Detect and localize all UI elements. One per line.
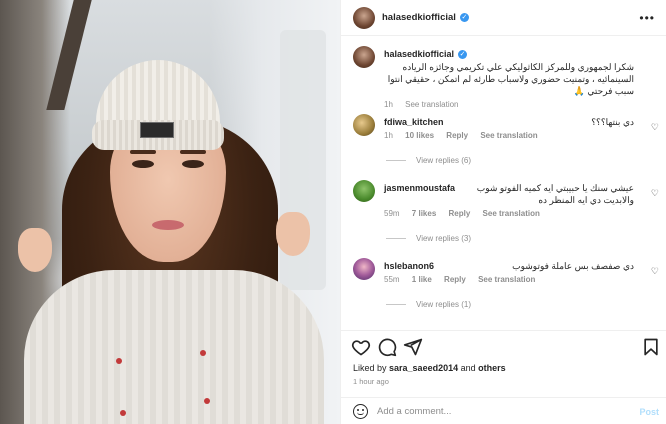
comment-likes[interactable]: 7 likes (412, 209, 436, 218)
caption-text: شكرا لجمهوري وللمركز الكاثوليكي علي تكري… (387, 62, 634, 96)
view-replies-button[interactable]: View replies (3) (386, 234, 471, 243)
comment-avatar[interactable] (353, 114, 375, 136)
author-avatar[interactable] (353, 6, 375, 29)
comments-list[interactable]: halasedkiofficial ✓ شكرا لجمهوري وللمركز … (341, 38, 666, 328)
photo-hand-left (18, 228, 52, 272)
post-actions: Liked by sara_saeed2014 and others 1 hou… (341, 330, 666, 420)
comment-time: 1h (384, 131, 393, 140)
post-side-panel: halasedkiofficial ✓ ••• halasedkiofficia… (340, 0, 666, 424)
comment-likes[interactable]: 1 like (412, 275, 432, 284)
see-translation-button[interactable]: See translation (483, 209, 540, 218)
verified-icon: ✓ (459, 13, 469, 22)
comment-input[interactable] (377, 403, 617, 420)
post-age: 1 hour ago (353, 377, 389, 386)
see-translation-button[interactable]: See translation (478, 275, 535, 284)
view-replies-button[interactable]: View replies (1) (386, 300, 471, 309)
caption-username[interactable]: halasedkiofficial (384, 49, 454, 59)
instagram-post-view: halasedkiofficial ✓ ••• halasedkiofficia… (0, 0, 666, 424)
comment-username[interactable]: jasmenmoustafa (384, 182, 455, 194)
share-icon[interactable] (403, 337, 423, 357)
liked-by-user[interactable]: sara_saeed2014 (389, 363, 458, 373)
likes-prefix: Liked by (353, 363, 390, 373)
bookmark-icon[interactable] (641, 337, 661, 357)
more-icon[interactable]: ••• (639, 11, 655, 25)
photo-beanie (92, 60, 224, 150)
emoji-icon[interactable] (353, 404, 368, 419)
caption-time: 1h (384, 100, 393, 109)
caption-see-translation[interactable]: See translation (405, 100, 458, 109)
add-comment-bar: Post (341, 397, 666, 423)
comment-heart-icon[interactable]: ♡ (651, 266, 659, 277)
see-translation-button[interactable]: See translation (480, 131, 537, 140)
heart-icon[interactable] (351, 337, 371, 357)
comment-avatar[interactable] (353, 180, 375, 202)
post-header: halasedkiofficial ✓ ••• (341, 0, 666, 36)
comment-text: دي بنتها؟؟؟ (591, 117, 634, 127)
comment-likes[interactable]: 10 likes (405, 131, 434, 140)
reply-button[interactable]: Reply (444, 275, 466, 284)
comment-avatar[interactable] (353, 258, 375, 280)
caption-avatar[interactable] (353, 46, 375, 68)
comment-username[interactable]: fdiwa_kitchen (384, 116, 444, 128)
photo-hand-right (276, 212, 310, 256)
author-username[interactable]: halasedkiofficial (382, 12, 456, 23)
post-photo[interactable] (0, 0, 340, 424)
comment-time: 59m (384, 209, 400, 218)
likes-middle: and (458, 363, 479, 373)
comment-icon[interactable] (377, 337, 397, 357)
comment-text: دي صفصف بس عاملة فوتوشوب (512, 261, 634, 271)
comment-heart-icon[interactable]: ♡ (651, 122, 659, 133)
comment-heart-icon[interactable]: ♡ (651, 188, 659, 199)
post-button[interactable]: Post (639, 407, 659, 417)
likes-others[interactable]: others (478, 363, 506, 373)
view-replies-button[interactable]: View replies (6) (386, 156, 471, 165)
verified-icon: ✓ (458, 50, 468, 60)
likes-summary: Liked by sara_saeed2014 and others (353, 363, 506, 373)
reply-button[interactable]: Reply (449, 209, 471, 218)
photo-sweater (24, 270, 324, 424)
comment-time: 55m (384, 275, 400, 284)
reply-button[interactable]: Reply (446, 131, 468, 140)
comment-username[interactable]: hslebanon6 (384, 260, 434, 272)
